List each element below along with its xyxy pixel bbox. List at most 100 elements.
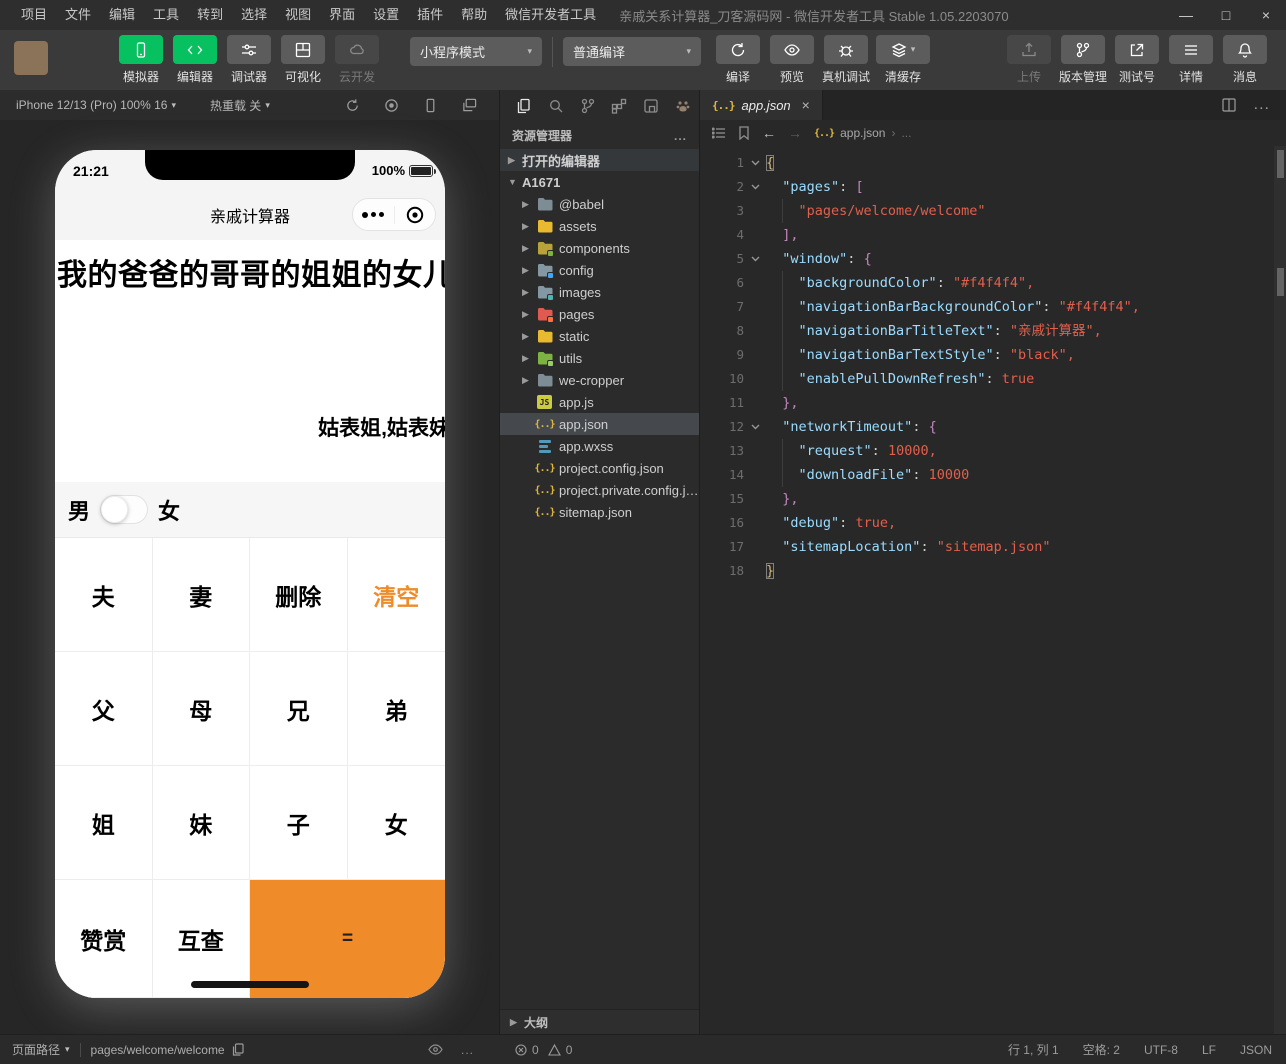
folder-item[interactable]: ▶assets [500,215,699,237]
menu-item[interactable]: 项目 [12,0,56,30]
menu-item[interactable]: 工具 [144,0,188,30]
menu-item[interactable]: 视图 [276,0,320,30]
toolbar-button-eye[interactable]: 预览 [768,35,816,85]
outline-list-icon[interactable] [712,127,726,139]
statusbar-segment[interactable]: 空格: 2 [1083,1041,1120,1058]
minimize-button[interactable]: — [1166,0,1206,30]
toolbar-button-menu[interactable]: 详情 [1167,35,1215,85]
user-avatar[interactable] [14,41,48,75]
toolbar-button-layout[interactable]: 可视化 [279,35,327,85]
overview-ruler[interactable] [1274,146,1286,1034]
keypad-button[interactable]: 删除 [250,538,348,652]
fold-chevron-icon[interactable] [744,151,766,175]
statusbar-segment[interactable]: UTF-8 [1144,1043,1178,1057]
menu-item[interactable]: 选择 [232,0,276,30]
keypad-button[interactable]: 妻 [153,538,251,652]
tree-section[interactable]: ▶打开的编辑器 [500,149,699,171]
split-editor-icon[interactable] [1222,98,1236,112]
file-item[interactable]: {..}project.config.json [500,457,699,479]
menu-item[interactable]: 编辑 [100,0,144,30]
folder-item[interactable]: ▶@babel [500,193,699,215]
keypad-button[interactable]: 女 [348,766,446,880]
folder-item[interactable]: ▶we-cropper [500,369,699,391]
folder-item[interactable]: ▶pages [500,303,699,325]
page-path-label[interactable]: 页面路径 [12,1041,60,1058]
activity-files-button[interactable] [508,98,540,114]
menu-item[interactable]: 文件 [56,0,100,30]
activity-npm-button[interactable] [635,98,667,114]
outline-section[interactable]: ▶ 大纲 [500,1009,699,1034]
fold-chevron-icon[interactable] [744,247,766,271]
problems-indicator[interactable]: 0 0 [500,1043,700,1057]
keypad-button[interactable]: 清空 [348,538,446,652]
file-item[interactable]: {..}sitemap.json [500,501,699,523]
more-actions-icon[interactable]: ... [1254,96,1270,114]
menu-item[interactable]: 界面 [320,0,364,30]
sim-record-button[interactable] [384,98,399,113]
file-item[interactable]: {..}project.private.config.js... [500,479,699,501]
toolbar-button-code[interactable]: 编辑器 [171,35,219,85]
keypad-button[interactable]: 妹 [153,766,251,880]
menu-item[interactable]: 帮助 [452,0,496,30]
file-item[interactable]: app.wxss [500,435,699,457]
activity-extensions-button[interactable] [603,98,635,114]
device-select[interactable]: iPhone 12/13 (Pro) 100% 16 ▾ [16,98,176,112]
sim-rotate-button[interactable] [345,98,360,113]
statusbar-segment[interactable]: 行 1, 列 1 [1008,1041,1059,1058]
folder-item[interactable]: ▶config [500,259,699,281]
toolbar-button-external[interactable]: 测试号 [1113,35,1161,85]
toolbar-button-layers[interactable]: ▾清缓存 [876,35,930,85]
menu-item[interactable]: 微信开发者工具 [496,0,605,30]
toolbar-button-debug[interactable]: 调试器 [225,35,273,85]
more-actions-icon[interactable]: ... [674,129,687,143]
sim-multi-window-button[interactable] [462,98,477,113]
activity-paw-button[interactable] [667,98,699,114]
toolbar-button-phone[interactable]: 模拟器 [117,35,165,85]
folder-item[interactable]: ▶utils [500,347,699,369]
more-menu-button[interactable] [353,212,394,218]
nav-back-icon[interactable]: ← [762,125,776,141]
fold-chevron-icon[interactable] [744,175,766,199]
statusbar-segment[interactable]: JSON [1240,1043,1272,1057]
menu-item[interactable]: 设置 [364,0,408,30]
keypad-button[interactable]: 姐 [55,766,153,880]
keypad-button[interactable]: 母 [153,652,251,766]
keypad-button[interactable]: 子 [250,766,348,880]
toolbar-button-refresh[interactable]: 编译 [714,35,762,85]
keypad-button[interactable]: 弟 [348,652,446,766]
close-button[interactable]: × [1246,0,1286,30]
menu-item[interactable]: 插件 [408,0,452,30]
folder-item[interactable]: ▶components [500,237,699,259]
keypad-button[interactable]: 夫 [55,538,153,652]
file-item[interactable]: {..}app.json [500,413,699,435]
activity-branch-button[interactable] [572,98,604,114]
bookmark-icon[interactable] [738,126,750,140]
activity-search-button[interactable] [540,98,572,114]
menu-item[interactable]: 转到 [188,0,232,30]
keypad-button[interactable]: 赞赏 [55,880,153,998]
hot-reload-toggle[interactable]: 热重载 关 ▾ [210,97,270,114]
code-editor[interactable]: 1{2 "pages": [3 "pages/welcome/welcome"4… [700,146,1286,1034]
more-actions-icon[interactable]: ... [461,1043,474,1057]
copy-icon[interactable] [232,1043,244,1056]
keypad-button[interactable]: 兄 [250,652,348,766]
gender-switch[interactable] [100,495,148,524]
folder-item[interactable]: ▶static [500,325,699,347]
close-tab-icon[interactable]: × [802,97,810,113]
statusbar-segment[interactable]: LF [1202,1043,1216,1057]
toolbar-button-branch[interactable]: 版本管理 [1059,35,1107,85]
fold-chevron-icon[interactable] [744,415,766,439]
eye-icon[interactable] [428,1044,443,1055]
sim-phone-frame-button[interactable] [423,98,438,113]
maximize-button[interactable]: □ [1206,0,1246,30]
toolbar-button-bug[interactable]: 真机调试 [822,35,870,85]
tab-app-json[interactable]: {..} app.json × [700,90,823,120]
file-item[interactable]: JSapp.js [500,391,699,413]
toolbar-button-bell[interactable]: 消息 [1221,35,1269,85]
mode-select[interactable]: 小程序模式 ▾ [410,37,542,66]
tree-section[interactable]: ▼A1671 [500,171,699,193]
folder-item[interactable]: ▶images [500,281,699,303]
keypad-button[interactable]: 父 [55,652,153,766]
compile-select[interactable]: 普通编译 ▾ [563,37,701,66]
breadcrumb[interactable]: {..} app.json › ... [814,126,911,140]
